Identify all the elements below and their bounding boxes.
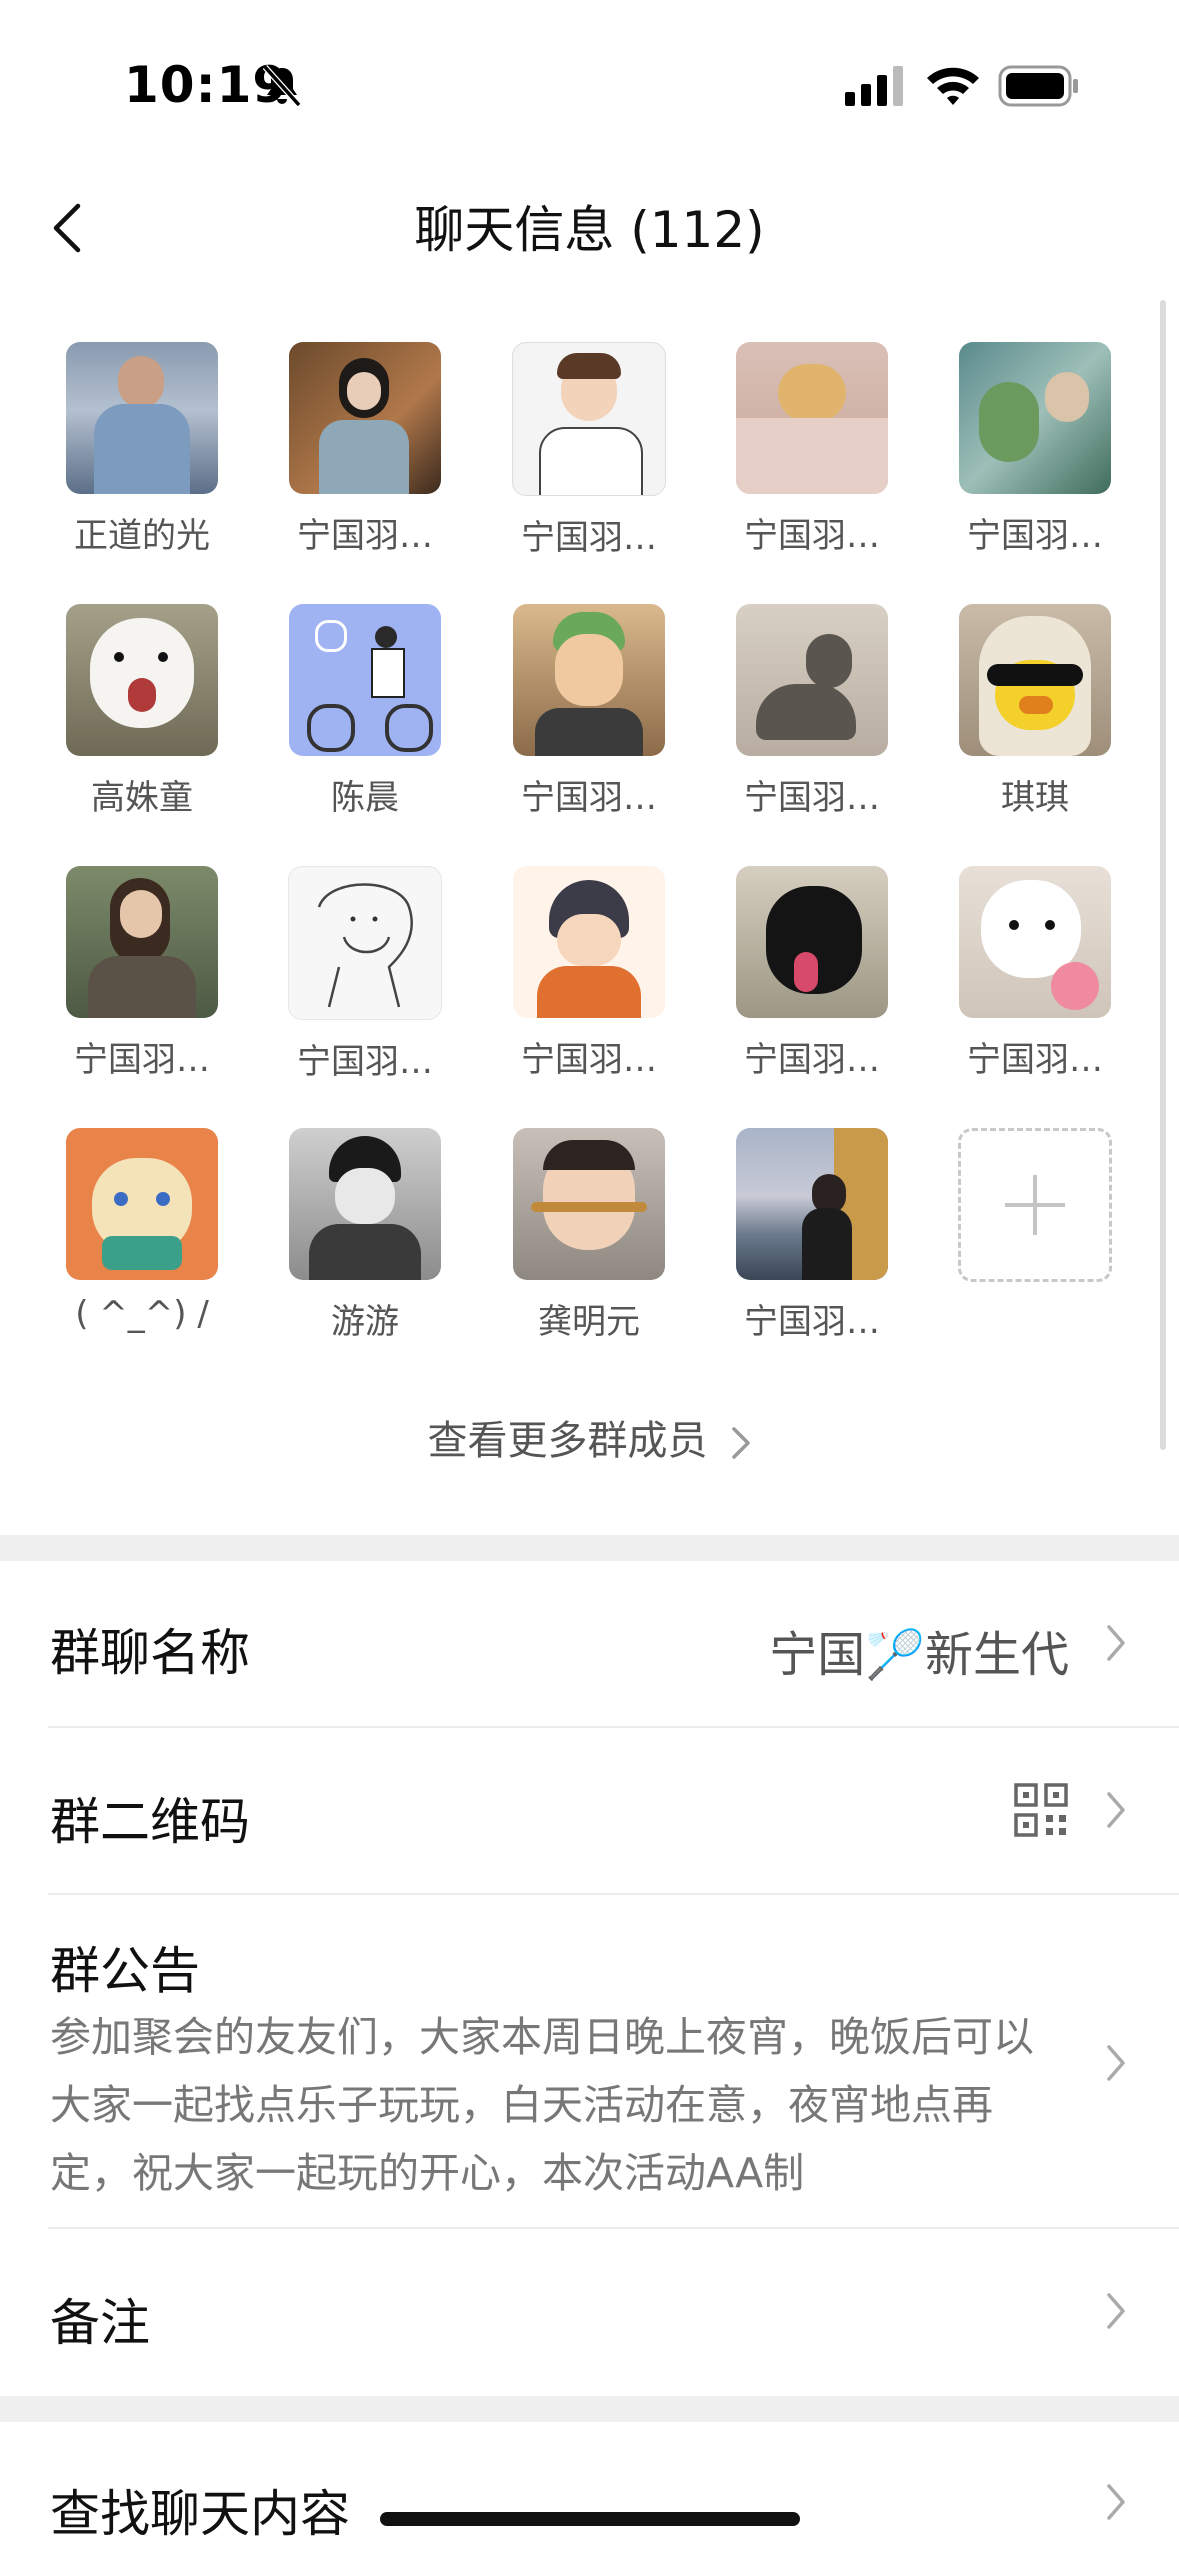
status-bar: 10:19 (0, 0, 1179, 150)
qr-code-icon (1014, 1783, 1068, 1837)
section-gap (0, 2396, 1179, 2422)
view-more-members-link[interactable]: 查看更多群成员 (0, 1408, 1179, 1466)
chevron-right-icon (1107, 2293, 1125, 2329)
member-item[interactable]: 龚明元 (489, 1128, 689, 1343)
member-item[interactable]: 宁国羽… (935, 342, 1135, 557)
member-avatar (289, 1128, 441, 1280)
member-avatar (736, 604, 888, 756)
group-notice-row[interactable]: 群公告 参加聚会的友友们，大家本周日晚上夜宵，晚饭后可以大家一起找点乐子玩玩，白… (0, 1895, 1179, 2227)
chevron-right-icon (1107, 1792, 1125, 1828)
member-avatar (736, 866, 888, 1018)
member-name: ( ^_^) / (75, 1294, 209, 1334)
member-item[interactable]: 宁国羽… (489, 342, 689, 559)
member-avatar (513, 1128, 665, 1280)
chevron-right-icon (731, 1427, 750, 1459)
search-chat-row[interactable]: 查找聊天内容 (0, 2422, 1179, 2556)
member-name: 宁国羽… (297, 1042, 433, 1082)
group-qr-label: 群二维码 (50, 1793, 250, 1851)
member-name: 正道的光 (74, 516, 210, 556)
search-chat-label: 查找聊天内容 (50, 2485, 350, 2543)
member-item[interactable]: 宁国羽… (712, 866, 912, 1081)
member-name: 宁国羽… (521, 778, 657, 818)
member-item[interactable]: 宁国羽… (42, 866, 242, 1081)
member-avatar (66, 866, 218, 1018)
cellular-signal-icon (845, 66, 903, 106)
member-item[interactable]: 宁国羽… (712, 604, 912, 819)
member-item[interactable]: 游游 (265, 1128, 465, 1343)
member-name: 龚明元 (538, 1302, 640, 1342)
member-item[interactable]: 高姝童 (42, 604, 242, 819)
member-name: 宁国羽… (744, 1302, 880, 1342)
member-avatar (512, 342, 666, 496)
chevron-right-icon (1107, 2045, 1125, 2081)
member-item[interactable]: 宁国羽… (489, 604, 689, 819)
member-avatar (288, 866, 442, 1020)
member-item[interactable]: 陈晨 (265, 604, 465, 819)
member-name: 宁国羽… (74, 1040, 210, 1080)
mute-bell-icon (262, 64, 302, 108)
group-name-value: 宁国🏸新生代 (769, 1627, 1069, 1683)
member-name: 高姝童 (91, 778, 193, 818)
group-name-label: 群聊名称 (50, 1624, 250, 1682)
member-name: 宁国羽… (521, 518, 657, 558)
member-avatar (66, 1128, 218, 1280)
chevron-right-icon (1107, 1625, 1125, 1661)
member-name: 宁国羽… (967, 516, 1103, 556)
member-item[interactable]: 宁国羽… (712, 1128, 912, 1343)
group-notice-label: 群公告 (50, 1942, 200, 2000)
member-item[interactable]: 宁国羽… (265, 342, 465, 557)
member-avatar (513, 866, 665, 1018)
member-name: 宁国羽… (967, 1040, 1103, 1080)
member-item[interactable]: 正道的光 (42, 342, 242, 557)
member-avatar (66, 342, 218, 494)
group-notice-text: 参加聚会的友友们，大家本周日晚上夜宵，晚饭后可以大家一起找点乐子玩玩，白天活动在… (50, 2013, 1034, 2197)
member-name: 宁国羽… (744, 516, 880, 556)
member-avatar (959, 342, 1111, 494)
member-item[interactable]: 宁国羽… (935, 866, 1135, 1081)
add-member-box[interactable] (958, 1128, 1112, 1282)
member-item[interactable]: 宁国羽… (712, 342, 912, 557)
group-name-row[interactable]: 群聊名称 宁国🏸新生代 (0, 1561, 1179, 1727)
member-avatar (289, 342, 441, 494)
member-name: 宁国羽… (521, 1040, 657, 1080)
member-avatar (959, 866, 1111, 1018)
member-name: 宁国羽… (744, 778, 880, 818)
member-avatar (736, 342, 888, 494)
member-item[interactable]: 宁国羽… (489, 866, 689, 1081)
member-avatar (513, 604, 665, 756)
home-indicator[interactable] (380, 2512, 800, 2526)
member-avatar (289, 604, 441, 756)
battery-icon (998, 65, 1078, 107)
member-avatar (736, 1128, 888, 1280)
group-qr-row[interactable]: 群二维码 (0, 1728, 1179, 1894)
member-name: 游游 (331, 1302, 399, 1342)
page-title: 聊天信息 (112) (414, 201, 765, 259)
member-name: 陈晨 (331, 778, 399, 818)
member-name: 琪琪 (1001, 778, 1069, 818)
add-member-button[interactable] (935, 1128, 1135, 1282)
member-item[interactable]: ( ^_^) / (42, 1128, 242, 1334)
member-item[interactable]: 宁国羽… (265, 866, 465, 1083)
chevron-right-icon (1107, 2484, 1125, 2520)
section-gap (0, 1535, 1179, 1561)
member-name: 宁国羽… (744, 1040, 880, 1080)
member-item[interactable]: 琪琪 (935, 604, 1135, 819)
wifi-icon (927, 67, 979, 105)
remark-row[interactable]: 备注 (0, 2229, 1179, 2395)
scrollbar[interactable] (1160, 300, 1166, 1450)
member-avatar (959, 604, 1111, 756)
plus-icon (1005, 1175, 1065, 1235)
member-avatar (66, 604, 218, 756)
view-more-members-label: 查看更多群成员 (427, 1418, 708, 1464)
remark-label: 备注 (50, 2294, 150, 2352)
member-name: 宁国羽… (297, 516, 433, 556)
